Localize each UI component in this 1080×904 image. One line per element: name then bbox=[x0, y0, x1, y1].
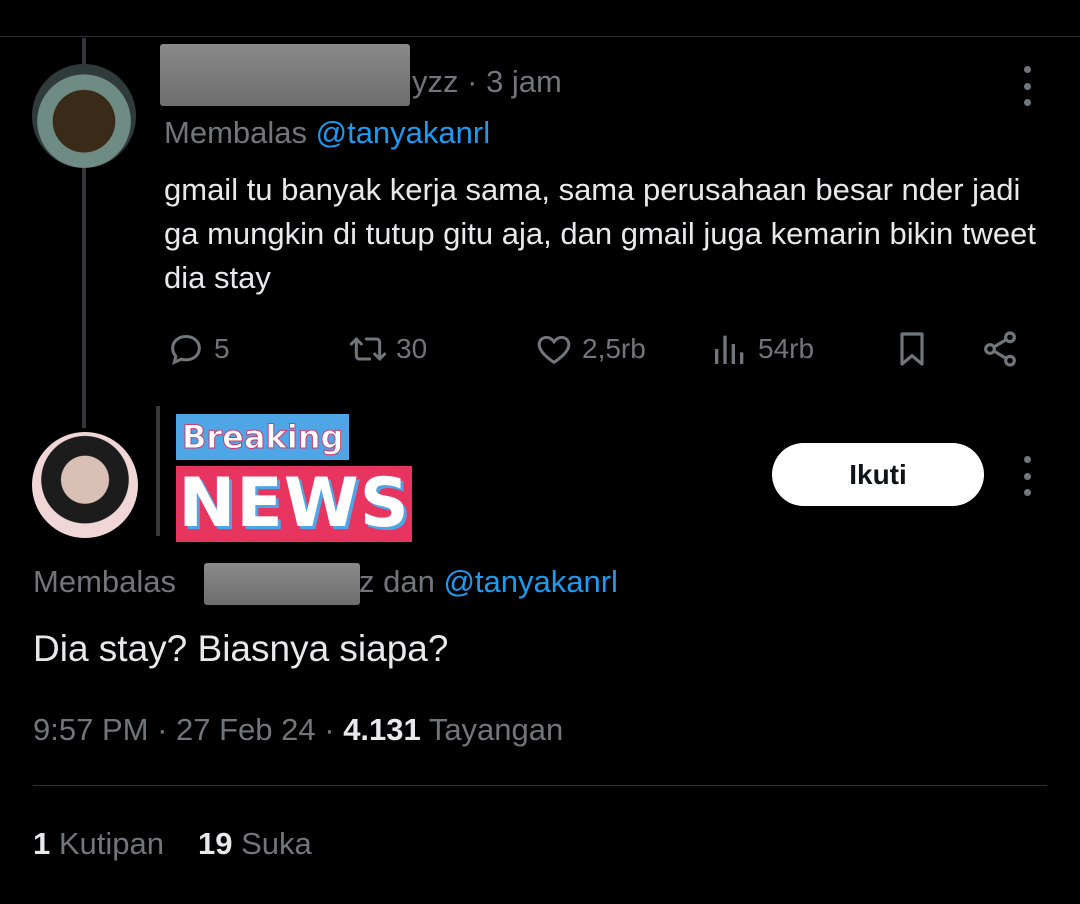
quotes-link[interactable]: 1 Kutipan bbox=[33, 826, 164, 862]
news-label: NEWS bbox=[176, 466, 412, 542]
likes-link[interactable]: 19 Suka bbox=[198, 826, 312, 862]
breaking-label: Breaking bbox=[176, 414, 350, 460]
avatar[interactable] bbox=[32, 64, 136, 168]
reply-button[interactable]: 5 bbox=[166, 325, 230, 373]
bookmark-icon bbox=[900, 332, 924, 366]
views-count: 54rb bbox=[758, 333, 815, 364]
tweet-meta: 9:57 PM · 27 Feb 24 · 4.131 Tayangan bbox=[33, 712, 564, 747]
divider bbox=[156, 406, 160, 536]
more-icon[interactable] bbox=[1017, 66, 1037, 106]
divider bbox=[33, 785, 1047, 786]
tweet-time[interactable]: 9:57 PM bbox=[33, 712, 148, 747]
like-count: 2,5rb bbox=[582, 333, 646, 364]
reply-count: 5 bbox=[214, 333, 230, 364]
share-icon bbox=[984, 331, 1016, 367]
bookmark-button[interactable] bbox=[892, 325, 932, 373]
tweet-header: yzz · 3 jam bbox=[412, 64, 562, 99]
tweet-text: Dia stay? Biasnya siapa? bbox=[33, 628, 449, 669]
replying-to: Membalas @tanyakanrl bbox=[164, 115, 491, 150]
avatar[interactable] bbox=[32, 432, 138, 538]
views-icon bbox=[715, 335, 744, 364]
share-button[interactable] bbox=[980, 325, 1020, 373]
follow-button[interactable]: Ikuti bbox=[772, 443, 984, 506]
reply-icon bbox=[171, 334, 201, 365]
breaking-news-overlay: Breaking NEWS bbox=[156, 406, 416, 542]
views-count: 4.131 bbox=[343, 712, 421, 747]
retweet-button[interactable]: 30 bbox=[348, 325, 427, 373]
top-divider bbox=[0, 36, 1080, 37]
like-button[interactable]: 2,5rb bbox=[534, 325, 646, 373]
more-icon[interactable] bbox=[1017, 456, 1037, 496]
replying-to: Membalas z dan @tanyakanrl bbox=[33, 564, 618, 599]
handle[interactable]: yzz bbox=[412, 64, 459, 99]
views-button[interactable]: 54rb bbox=[710, 325, 814, 373]
redacted-name bbox=[204, 563, 360, 605]
like-icon bbox=[537, 335, 571, 365]
tweet-date[interactable]: 27 Feb 24 bbox=[176, 712, 316, 747]
retweet-icon bbox=[349, 337, 387, 361]
redacted-name bbox=[160, 44, 410, 106]
timestamp[interactable]: 3 jam bbox=[486, 64, 562, 99]
retweet-count: 30 bbox=[396, 333, 428, 364]
mention-link[interactable]: @tanyakanrl bbox=[443, 564, 618, 599]
engagement-stats: 1 Kutipan 19 Suka bbox=[33, 826, 312, 862]
tweet-text: gmail tu banyak kerja sama, sama perusah… bbox=[164, 172, 1036, 295]
mention-link[interactable]: @tanyakanrl bbox=[316, 115, 491, 150]
